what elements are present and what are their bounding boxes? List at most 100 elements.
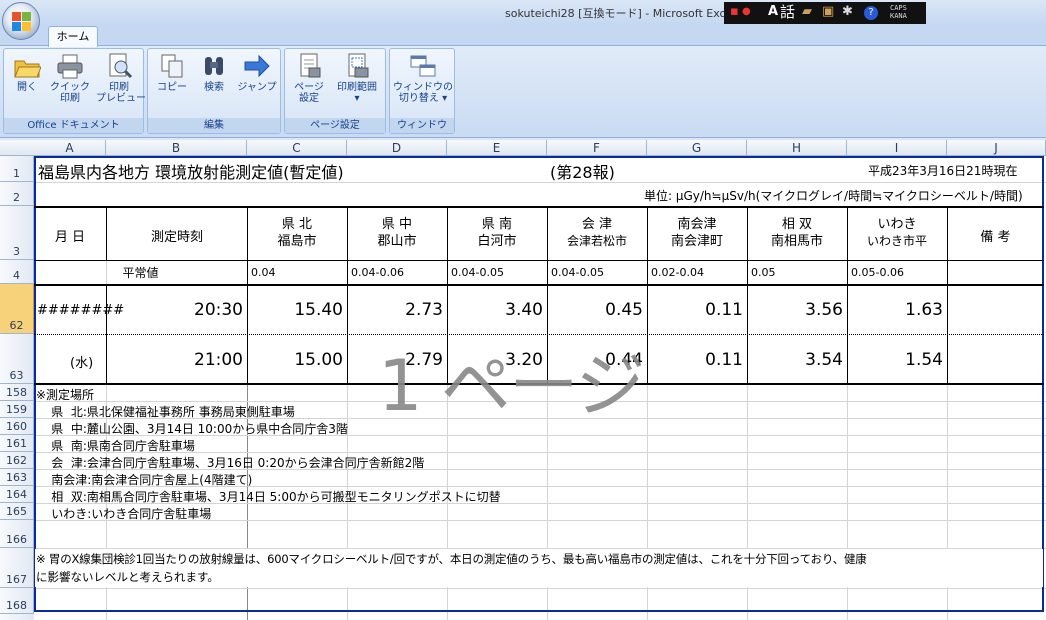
conversation-mode-icon[interactable]: 話 bbox=[780, 4, 795, 20]
row-header-164[interactable]: 164 bbox=[0, 486, 34, 503]
tools-icon[interactable]: ✱ bbox=[842, 4, 853, 20]
header-region-north: 県 北福島市 bbox=[247, 216, 347, 250]
col-header-i[interactable]: I bbox=[847, 140, 947, 156]
row-header-166[interactable]: 166 bbox=[0, 520, 34, 548]
region-central-city: 郡山市 bbox=[377, 234, 417, 249]
col-header-e[interactable]: E bbox=[447, 140, 547, 156]
goto-button[interactable]: ジャンプ bbox=[236, 53, 278, 93]
caps-label: CAPS bbox=[890, 4, 907, 12]
dictionary-icon[interactable]: ▰ bbox=[802, 4, 812, 20]
row-header-158[interactable]: 158 bbox=[0, 384, 34, 401]
row-header-63[interactable]: 63 bbox=[0, 334, 34, 384]
measurement-value[interactable]: 15.00 bbox=[247, 350, 343, 370]
normal-value: 0.04 bbox=[251, 266, 276, 279]
switch-window-icon bbox=[409, 53, 437, 79]
switch-window-button[interactable]: ウィンドウの 切り替え ▾ bbox=[393, 53, 453, 104]
group-label-page-setup: ページ設定 bbox=[285, 118, 385, 133]
header-date: 月 日 bbox=[54, 230, 86, 245]
measurement-value[interactable]: 3.40 bbox=[447, 300, 543, 320]
page-setup-icon bbox=[295, 53, 323, 79]
row-header-1[interactable]: 1 bbox=[0, 156, 34, 182]
quick-print-button[interactable]: クイック 印刷 bbox=[48, 53, 92, 104]
binoculars-icon bbox=[200, 53, 228, 79]
page-setup-button[interactable]: ページ 設定 bbox=[289, 53, 329, 104]
footnote-line-1: ※ 胃のX線集団検診1回当たりの放射線量は、600マイクロシーベルト/回ですが、… bbox=[36, 552, 867, 566]
measurement-value[interactable]: 0.45 bbox=[547, 300, 643, 320]
row-header-161[interactable]: 161 bbox=[0, 435, 34, 452]
arrow-right-icon bbox=[243, 53, 271, 79]
table-border bbox=[34, 260, 1044, 261]
print-preview-button[interactable]: 印刷 プレビュー bbox=[96, 53, 146, 104]
normal-value: 0.05-0.06 bbox=[851, 266, 904, 279]
row-header-162[interactable]: 162 bbox=[0, 452, 34, 469]
group-label-office-document: Office ドキュメント bbox=[4, 118, 143, 133]
row-header-163[interactable]: 163 bbox=[0, 469, 34, 486]
measurement-value[interactable]: 1.63 bbox=[847, 300, 943, 320]
print-area-button[interactable]: 印刷範囲 ▾ bbox=[331, 53, 383, 104]
col-header-g[interactable]: G bbox=[647, 140, 747, 156]
header-region-south: 県 南白河市 bbox=[447, 216, 547, 250]
col-header-b[interactable]: B bbox=[106, 140, 247, 156]
ribbon: 開く クイック 印刷 印刷 プレビュー Office ドキュメント コピー 検索… bbox=[0, 46, 1046, 138]
caps-kana-indicator: CAPS KANA bbox=[890, 4, 907, 20]
measurement-value[interactable]: 3.54 bbox=[747, 350, 843, 370]
group-window: ウィンドウの 切り替え ▾ ウィンドウ bbox=[389, 48, 455, 134]
measurement-value[interactable]: 3.56 bbox=[747, 300, 843, 320]
page-setup-label: ページ bbox=[294, 82, 324, 93]
measurement-value[interactable]: 0.11 bbox=[647, 300, 743, 320]
col-header-d[interactable]: D bbox=[347, 140, 447, 156]
row-header-168[interactable]: 168 bbox=[0, 588, 34, 614]
row-header-165[interactable]: 165 bbox=[0, 503, 34, 520]
row-header-3[interactable]: 3 bbox=[0, 206, 34, 260]
measurement-time[interactable]: 21:00 bbox=[107, 350, 243, 370]
measurement-weekday[interactable]: (水) bbox=[70, 352, 93, 371]
note-line: 県 北:県北保健福祉事務所 事務局東側駐車場 bbox=[36, 405, 295, 419]
pad-icon[interactable]: ▣ bbox=[822, 4, 834, 20]
find-button[interactable]: 検索 bbox=[194, 53, 234, 93]
col-header-a[interactable]: A bbox=[34, 140, 106, 156]
text-a-icon[interactable]: A bbox=[768, 4, 778, 20]
ime-toolbar-icon[interactable]: ▪ bbox=[730, 4, 739, 20]
kana-label: KANA bbox=[890, 12, 907, 20]
ime-language-bar[interactable]: ▪ ● A 話 ▰ ▣ ✱ ? CAPS KANA bbox=[724, 2, 926, 24]
note-line: 会 津:会津合同庁舎駐車場、3月16日 0:20から会津合同庁舎新館2階 bbox=[36, 456, 425, 470]
region-soso-city: 南相馬市 bbox=[770, 234, 823, 249]
measurement-value[interactable]: 15.40 bbox=[247, 300, 343, 320]
row-header-bar: 1 2 3 4 62 63 158 159 160 161 162 163 16… bbox=[0, 156, 34, 620]
quick-print-label-2: 印刷 bbox=[60, 93, 80, 104]
column-header-bar: A B C D E F G H I J bbox=[0, 140, 1046, 156]
page-setup-label-2: 設定 bbox=[299, 93, 319, 104]
measurement-value[interactable]: 2.73 bbox=[347, 300, 443, 320]
help-icon[interactable]: ? bbox=[864, 6, 878, 20]
header-region-aizu: 会 津会津若松市 bbox=[547, 216, 647, 250]
open-button[interactable]: 開く bbox=[8, 53, 46, 93]
normal-value: 0.04-0.05 bbox=[451, 266, 504, 279]
copy-button[interactable]: コピー bbox=[152, 53, 192, 93]
note-line: 南会津:南会津合同庁舎屋上(4階建て) bbox=[36, 473, 253, 487]
row-header-167[interactable]: 167 bbox=[0, 548, 34, 588]
col-header-c[interactable]: C bbox=[247, 140, 347, 156]
switch-window-label-2: 切り替え ▾ bbox=[398, 93, 448, 104]
region-central-name: 県 中 bbox=[381, 217, 413, 232]
measurement-time[interactable]: 20:30 bbox=[107, 300, 243, 320]
row-header-160[interactable]: 160 bbox=[0, 418, 34, 435]
quick-print-label: クイック bbox=[50, 82, 90, 93]
col-header-j[interactable]: J bbox=[947, 140, 1046, 156]
region-aizu-city: 会津若松市 bbox=[566, 234, 627, 248]
as-of-time: 平成23年3月16日21時現在 bbox=[868, 164, 1018, 178]
col-header-h[interactable]: H bbox=[747, 140, 847, 156]
row-header-2[interactable]: 2 bbox=[0, 182, 34, 206]
row-header-159[interactable]: 159 bbox=[0, 401, 34, 418]
measurement-value[interactable]: 1.54 bbox=[847, 350, 943, 370]
measurement-value[interactable]: 0.11 bbox=[647, 350, 743, 370]
office-button[interactable] bbox=[2, 2, 40, 40]
header-region-minamiaizu: 南会津 南会津町 bbox=[647, 216, 747, 250]
row-header-4[interactable]: 4 bbox=[0, 260, 34, 284]
tab-home[interactable]: ホーム bbox=[48, 26, 98, 47]
goto-label: ジャンプ bbox=[237, 82, 277, 93]
row-header-62[interactable]: 62 bbox=[0, 284, 34, 334]
table-border bbox=[34, 206, 1044, 208]
ime-red-indicator-icon: ● bbox=[742, 6, 751, 17]
region-aizu-name: 会 津 bbox=[581, 217, 613, 232]
col-header-f[interactable]: F bbox=[547, 140, 647, 156]
